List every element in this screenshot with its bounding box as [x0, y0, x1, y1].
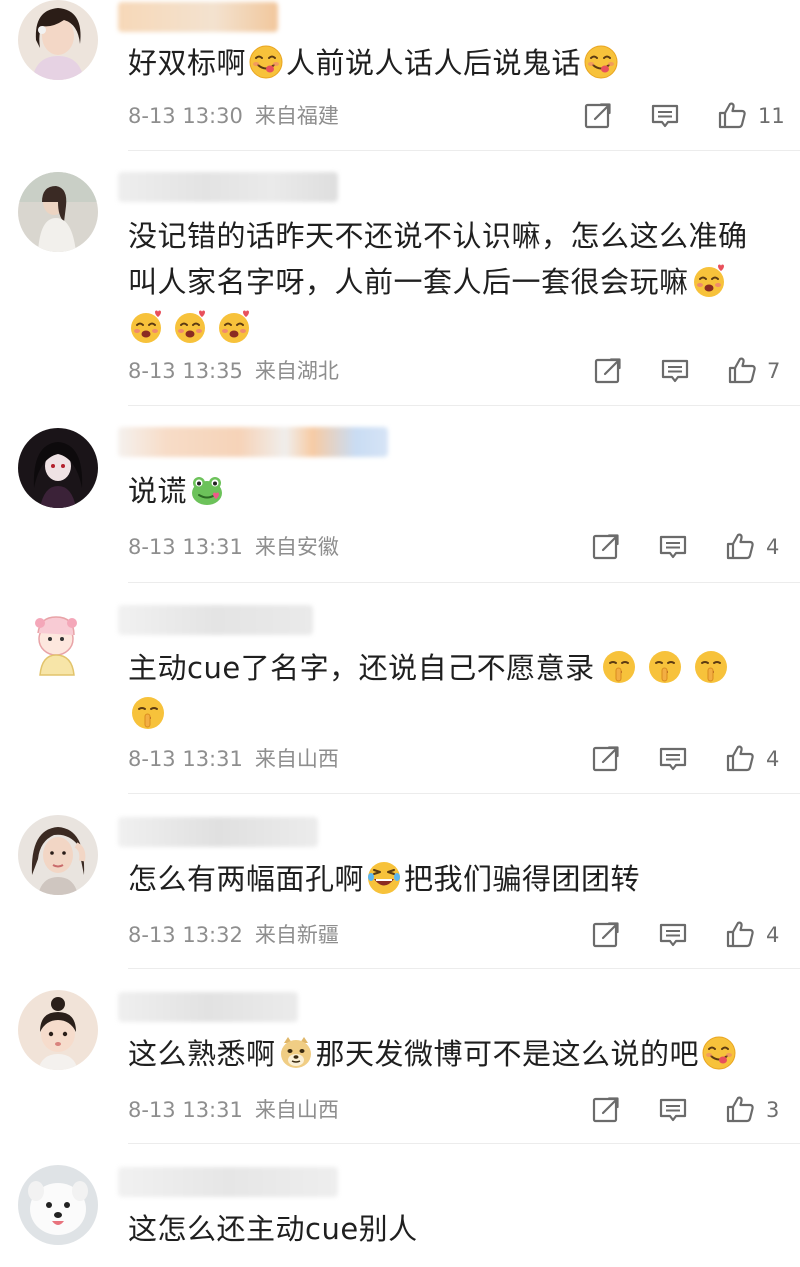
shush-emoji-icon [647, 649, 683, 685]
avatar[interactable] [18, 0, 98, 80]
comment-text: 主动cue了名字，还说自己不愿意录 [128, 645, 768, 737]
comment-date: 8-13 13:31 [128, 747, 243, 771]
shush-emoji-icon [601, 649, 637, 685]
share-icon[interactable] [591, 532, 621, 562]
divider [128, 793, 800, 794]
yum-emoji-icon [583, 44, 619, 80]
like-icon[interactable] [725, 743, 755, 773]
smiling-hearts-emoji-icon [216, 309, 252, 345]
like-icon[interactable] [725, 531, 755, 561]
laughing-emoji-icon [366, 860, 402, 896]
smiling-hearts-emoji-icon [128, 309, 164, 345]
avatar[interactable] [18, 815, 98, 895]
comment-icon[interactable] [658, 532, 688, 562]
avatar[interactable] [18, 172, 98, 252]
comment-meta: 8-13 13:31 来自安徽 [128, 532, 339, 562]
share-icon[interactable] [583, 101, 613, 131]
share-icon[interactable] [591, 1095, 621, 1125]
comment-text: 怎么有两幅面孔啊 把我们骗得团团转 [128, 860, 641, 896]
comment-text-line: 叫人家名字呀，人前一套人后一套很会玩嘛 [128, 259, 768, 305]
comment-location: 来自新疆 [254, 923, 339, 947]
comment-date: 8-13 13:32 [128, 923, 243, 947]
shush-emoji-icon [693, 649, 729, 685]
smiling-hearts-emoji-icon [691, 263, 727, 299]
like-icon[interactable] [725, 919, 755, 949]
comment-date: 8-13 13:30 [128, 104, 243, 128]
username-blurred[interactable] [118, 172, 338, 202]
comment-location: 来自福建 [254, 104, 339, 128]
username-blurred[interactable] [118, 817, 318, 847]
yum-emoji-icon [701, 1035, 737, 1071]
username-blurred[interactable] [118, 2, 278, 32]
comment-meta: 8-13 13:31 来自山西 [128, 1095, 339, 1125]
comment-date: 8-13 13:35 [128, 359, 243, 383]
doge-emoji-icon [278, 1035, 314, 1071]
username-blurred[interactable] [118, 605, 313, 635]
comment-emoji-line [126, 305, 768, 351]
share-icon[interactable] [593, 356, 623, 386]
avatar[interactable] [18, 605, 98, 685]
divider [128, 150, 800, 151]
username-blurred[interactable] [118, 427, 388, 457]
comment-location: 来自湖北 [254, 359, 339, 383]
comment-text: 好双标啊 人前说人话人后说鬼话 [128, 40, 768, 86]
comment-location: 来自山西 [254, 1098, 339, 1122]
comment-meta: 8-13 13:30 来自福建 [128, 101, 339, 131]
like-icon[interactable] [727, 355, 757, 385]
avatar[interactable] [18, 990, 98, 1070]
divider [128, 582, 800, 583]
avatar[interactable] [18, 1165, 98, 1245]
comment-text: 这怎么还主动cue别人 [128, 1212, 418, 1246]
comment-icon[interactable] [660, 356, 690, 386]
yum-emoji-icon [248, 44, 284, 80]
frog-emoji-icon [189, 472, 225, 508]
comment-meta: 8-13 13:35 来自湖北 [128, 356, 339, 386]
comment-location: 来自安徽 [254, 535, 339, 559]
like-count: 11 [758, 104, 785, 128]
shush-emoji-icon [130, 695, 166, 731]
like-icon[interactable] [717, 100, 747, 130]
comment-meta: 8-13 13:31 来自山西 [128, 744, 339, 774]
comment-date: 8-13 13:31 [128, 535, 243, 559]
like-count: 4 [766, 535, 780, 559]
comment-icon[interactable] [658, 744, 688, 774]
username-blurred[interactable] [118, 1167, 338, 1197]
comment-text: 说谎 [128, 468, 768, 514]
comment-text: 没记错的话昨天不还说不认识嘛，怎么这么准确 叫人家名字呀，人前一套人后一套很会玩… [128, 213, 768, 351]
share-icon[interactable] [591, 920, 621, 950]
divider [128, 1143, 800, 1144]
comment-text: 这么熟悉啊 那天发微博可不是这么说的吧 [128, 1031, 768, 1077]
comment-icon[interactable] [658, 1095, 688, 1125]
like-count: 3 [766, 1098, 780, 1122]
smiling-hearts-emoji-icon [172, 309, 208, 345]
comment-date: 8-13 13:31 [128, 1098, 243, 1122]
divider [128, 405, 800, 406]
like-count: 4 [766, 747, 780, 771]
username-blurred[interactable] [118, 992, 298, 1022]
comment-meta: 8-13 13:32 来自新疆 [128, 920, 339, 950]
like-icon[interactable] [725, 1094, 755, 1124]
like-count: 4 [766, 923, 780, 947]
comment-icon[interactable] [658, 920, 688, 950]
avatar[interactable] [18, 428, 98, 508]
like-count: 7 [767, 359, 781, 383]
comment-location: 来自山西 [254, 747, 339, 771]
share-icon[interactable] [591, 744, 621, 774]
comment-icon[interactable] [650, 101, 680, 131]
comment-text-line: 没记错的话昨天不还说不认识嘛，怎么这么准确 [128, 219, 748, 253]
divider [128, 968, 800, 969]
